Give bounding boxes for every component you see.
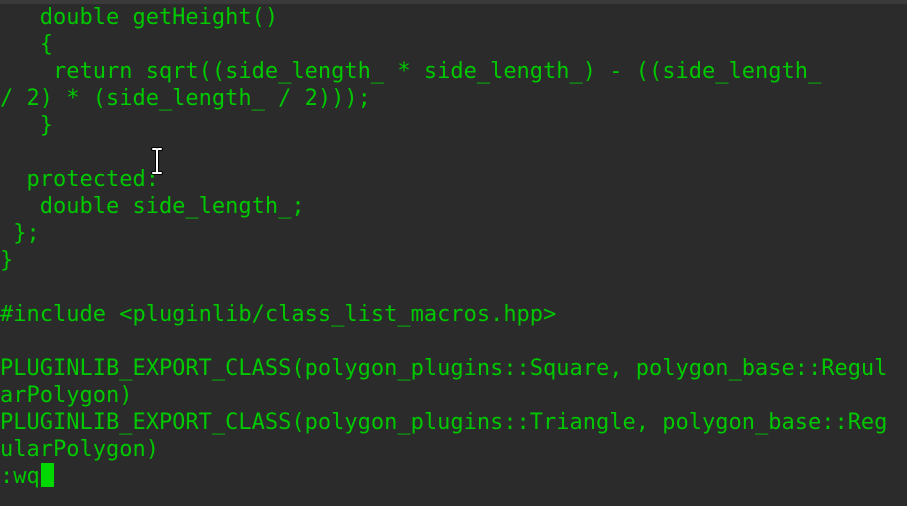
text-cursor — [40, 463, 54, 487]
code-line: / 2) * (side_length_ / 2))); — [0, 86, 371, 111]
code-line: } — [0, 113, 53, 138]
code-line: { — [0, 32, 53, 57]
ibeam-cursor-icon — [151, 147, 163, 175]
code-line: } — [0, 248, 14, 273]
code-line: ularPolygon) — [0, 437, 159, 462]
command-line[interactable]: :wq — [0, 463, 54, 490]
command-text: :wq — [0, 464, 40, 489]
code-line: PLUGINLIB_EXPORT_CLASS(polygon_plugins::… — [0, 410, 888, 435]
code-line: double side_length_; — [0, 194, 305, 219]
code-line: #include <pluginlib/class_list_macros.hp… — [0, 302, 557, 327]
code-line: protected: — [0, 167, 159, 192]
code-line: return sqrt((side_length_ * side_length_… — [0, 59, 822, 84]
code-line: double getHeight() — [0, 5, 279, 30]
terminal-window[interactable]: double getHeight() { return sqrt((side_l… — [0, 0, 907, 506]
code-line: }; — [0, 221, 40, 246]
code-line: arPolygon) — [0, 383, 133, 408]
code-line: PLUGINLIB_EXPORT_CLASS(polygon_plugins::… — [0, 356, 888, 381]
